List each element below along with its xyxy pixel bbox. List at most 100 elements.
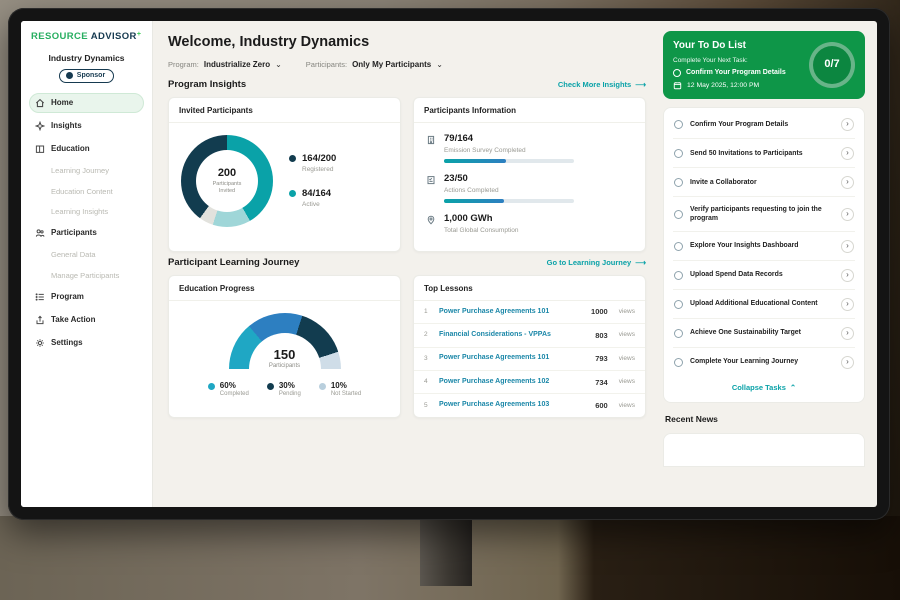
lesson-title-link[interactable]: Financial Considerations - VPPAs bbox=[439, 331, 587, 340]
insights-icon bbox=[35, 121, 45, 131]
lesson-title-link[interactable]: Power Purchase Agreements 103 bbox=[439, 401, 587, 410]
sidebar-item-label: Take Action bbox=[51, 315, 95, 325]
gauge-center-value: 150 bbox=[229, 347, 341, 363]
sidebar-item-education[interactable]: Education bbox=[29, 139, 144, 159]
task-label: Explore Your Insights Dashboard bbox=[690, 241, 834, 250]
legend-label: Registered bbox=[302, 166, 336, 174]
sidebar-item-take-action[interactable]: Take Action bbox=[29, 310, 144, 330]
chevron-right-icon[interactable]: › bbox=[841, 118, 854, 131]
legend-value: 10% bbox=[331, 381, 361, 391]
next-task-row[interactable]: Confirm Your Program Details bbox=[673, 69, 786, 78]
participants-filter-dropdown[interactable]: Participants: Only My Participants ⌄ bbox=[306, 60, 443, 70]
task-checkbox[interactable] bbox=[674, 358, 683, 367]
task-checkbox[interactable] bbox=[674, 271, 683, 280]
sidebar-item-label: Participants bbox=[51, 228, 97, 238]
task-row-complete-learning-journey[interactable]: Complete Your Learning Journey › bbox=[673, 348, 855, 376]
emission-survey-progress-bar bbox=[444, 159, 574, 163]
task-row-confirm-program[interactable]: Confirm Your Program Details › bbox=[673, 110, 855, 139]
task-row-upload-educational-content[interactable]: Upload Additional Educational Content › bbox=[673, 290, 855, 319]
task-label: Complete Your Learning Journey bbox=[690, 357, 834, 366]
stat-value: 23/50 bbox=[444, 173, 574, 185]
stat-label: Actions Completed bbox=[444, 187, 574, 195]
sidebar-item-label: Home bbox=[51, 98, 73, 108]
insights-cards-row: Invited Participants 200 Participants In… bbox=[168, 97, 646, 252]
lesson-views-unit: views bbox=[619, 331, 635, 339]
sidebar-item-learning-journey[interactable]: Learning Journey bbox=[29, 162, 144, 179]
sidebar-item-education-content[interactable]: Education Content bbox=[29, 183, 144, 200]
task-checkbox[interactable] bbox=[674, 242, 683, 251]
participants-filter-label: Participants: bbox=[306, 60, 347, 69]
recent-news-title: Recent News bbox=[663, 411, 865, 425]
task-row-explore-insights[interactable]: Explore Your Insights Dashboard › bbox=[673, 232, 855, 261]
go-to-learning-journey-link[interactable]: Go to Learning Journey ⟶ bbox=[547, 258, 646, 267]
sidebar-item-program[interactable]: Program bbox=[29, 287, 144, 307]
gauge-legend: 60% Completed 30% Pending bbox=[208, 381, 361, 399]
task-row-upload-spend-data[interactable]: Upload Spend Data Records › bbox=[673, 261, 855, 290]
todo-progress-value: 0/7 bbox=[824, 58, 839, 72]
task-checkbox[interactable] bbox=[673, 69, 681, 77]
sidebar-item-participants[interactable]: Participants bbox=[29, 223, 144, 243]
legend-value: 60% bbox=[220, 381, 249, 391]
sponsor-badge[interactable]: Sponsor bbox=[59, 69, 114, 84]
todo-title: Your To Do List bbox=[673, 40, 786, 53]
task-row-invite-collaborator[interactable]: Invite a Collaborator › bbox=[673, 168, 855, 197]
invited-participants-card: Invited Participants 200 Participants In… bbox=[168, 97, 401, 252]
chevron-right-icon[interactable]: › bbox=[841, 176, 854, 189]
chevron-right-icon[interactable]: › bbox=[841, 240, 854, 253]
program-filter-dropdown[interactable]: Program: Industrialize Zero ⌄ bbox=[168, 60, 282, 70]
arrow-right-icon: ⟶ bbox=[635, 80, 646, 89]
lesson-title-link[interactable]: Power Purchase Agreements 101 bbox=[439, 354, 587, 363]
legend-value: 164/200 bbox=[302, 153, 336, 165]
chevron-right-icon[interactable]: › bbox=[841, 208, 854, 221]
section-title: Program Insights bbox=[168, 79, 246, 91]
task-label: Upload Additional Educational Content bbox=[690, 299, 834, 308]
sidebar-item-learning-insights[interactable]: Learning Insights bbox=[29, 203, 144, 220]
participants-filter-value: Only My Participants bbox=[352, 60, 431, 70]
lesson-views: 1000 bbox=[591, 307, 608, 316]
task-row-achieve-target[interactable]: Achieve One Sustainability Target › bbox=[673, 319, 855, 348]
program-filter-label: Program: bbox=[168, 60, 199, 69]
chevron-right-icon[interactable]: › bbox=[841, 327, 854, 340]
chevron-right-icon[interactable]: › bbox=[841, 147, 854, 160]
recent-news-card bbox=[663, 433, 865, 467]
chevron-up-icon: ⌃ bbox=[790, 383, 796, 392]
lesson-title-link[interactable]: Power Purchase Agreements 101 bbox=[439, 308, 583, 317]
home-icon bbox=[35, 98, 45, 108]
sidebar-item-label: Insights bbox=[51, 121, 82, 131]
task-checkbox[interactable] bbox=[674, 120, 683, 129]
checklist-icon bbox=[426, 175, 436, 185]
settings-gear-icon bbox=[35, 338, 45, 348]
sidebar-item-manage-participants[interactable]: Manage Participants bbox=[29, 267, 144, 284]
card-title: Invited Participants bbox=[169, 98, 400, 123]
check-more-insights-link[interactable]: Check More Insights ⟶ bbox=[558, 80, 646, 89]
lesson-rank: 5 bbox=[424, 402, 431, 410]
task-checkbox[interactable] bbox=[674, 149, 683, 158]
task-checkbox[interactable] bbox=[674, 178, 683, 187]
chevron-right-icon[interactable]: › bbox=[841, 269, 854, 282]
lesson-rank: 3 bbox=[424, 355, 431, 363]
sidebar-item-settings[interactable]: Settings bbox=[29, 333, 144, 353]
chevron-right-icon[interactable]: › bbox=[841, 298, 854, 311]
task-checkbox[interactable] bbox=[674, 329, 683, 338]
chevron-right-icon[interactable]: › bbox=[841, 356, 854, 369]
todo-tasks-card: Confirm Your Program Details › Send 50 I… bbox=[663, 107, 865, 403]
education-icon bbox=[35, 144, 45, 154]
task-row-send-invitations[interactable]: Send 50 Invitations to Participants › bbox=[673, 139, 855, 168]
lesson-views-unit: views bbox=[619, 402, 635, 410]
sidebar-item-insights[interactable]: Insights bbox=[29, 116, 144, 136]
collapse-tasks-link[interactable]: Collapse Tasks ⌃ bbox=[673, 376, 855, 400]
legend-value: 30% bbox=[279, 381, 301, 391]
donut-legend: 164/200 Registered 84/164 Active bbox=[289, 153, 336, 209]
sidebar-item-general-data[interactable]: General Data bbox=[29, 246, 144, 263]
legend-dot bbox=[208, 383, 215, 390]
sidebar-item-home[interactable]: Home bbox=[29, 93, 144, 113]
task-checkbox[interactable] bbox=[674, 210, 683, 219]
task-checkbox[interactable] bbox=[674, 300, 683, 309]
chevron-down-icon: ⌄ bbox=[436, 60, 443, 70]
lesson-title-link[interactable]: Power Purchase Agreements 102 bbox=[439, 378, 587, 387]
task-row-verify-participants[interactable]: Verify participants requesting to join t… bbox=[673, 197, 855, 232]
sidebar-item-label: Education bbox=[51, 144, 90, 154]
lesson-views: 600 bbox=[595, 401, 608, 410]
sidebar-item-label: Program bbox=[51, 292, 84, 302]
legend-dot bbox=[289, 190, 296, 197]
